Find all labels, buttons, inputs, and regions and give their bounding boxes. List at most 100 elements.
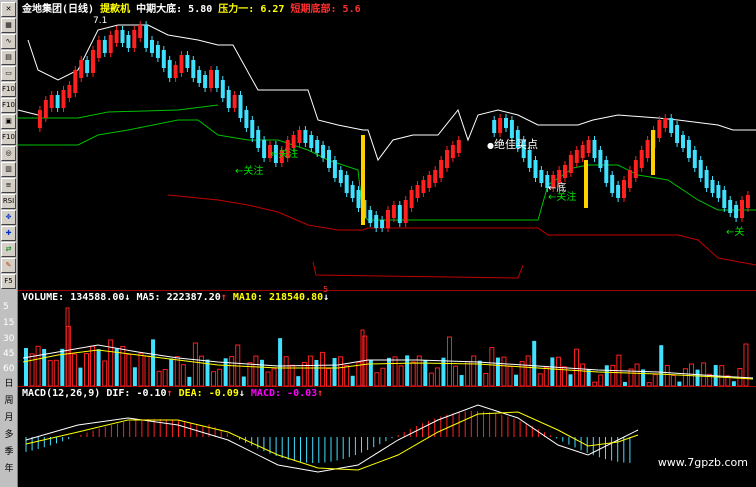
toolbar-button-3[interactable]: ∿: [1, 34, 16, 49]
volume-bar-down: [332, 357, 337, 386]
candle-down: [309, 135, 314, 148]
volume-bar-down: [622, 381, 627, 386]
rsi-button[interactable]: RSI: [1, 194, 16, 209]
candle-up: [415, 185, 420, 198]
exit-icon[interactable]: ⇄: [1, 242, 16, 257]
period-year[interactable]: 年: [0, 461, 18, 474]
cross-icon[interactable]: ✚: [1, 226, 16, 241]
dea-value: -0.09: [208, 388, 239, 399]
candle-up: [96, 40, 101, 58]
candle-down: [722, 190, 727, 208]
toolbar-button-12[interactable]: ≡: [1, 178, 16, 193]
volume-bar-down: [568, 374, 573, 386]
toolbar-button-10[interactable]: ◎: [1, 146, 16, 161]
move-icon[interactable]: ✥: [1, 210, 16, 225]
candle-down: [533, 160, 538, 178]
volume-bar-down: [495, 357, 500, 386]
volume-bar-up: [634, 363, 640, 387]
volume-bar-up: [380, 367, 386, 387]
volume-bar-up: [217, 368, 223, 387]
volume-bar-down: [350, 375, 355, 386]
toolbar-button-2[interactable]: ▦: [1, 18, 16, 33]
f10-button[interactable]: F10: [1, 82, 16, 97]
volume-bar-up: [664, 365, 670, 387]
candle-up: [427, 175, 432, 188]
volume-bar-up: [670, 374, 676, 387]
f10-button-2[interactable]: F10: [1, 98, 16, 113]
candle-down: [55, 95, 60, 108]
focus-annotation-2: ←关注: [235, 166, 264, 177]
volume-bar-up: [574, 348, 580, 387]
volume-bar-up: [743, 343, 749, 387]
focus-annotation-4: ←关: [726, 227, 745, 238]
volume-bar-up: [483, 372, 489, 387]
candle-up: [439, 160, 444, 178]
volume-bar-up: [489, 347, 495, 387]
candle-down: [610, 175, 615, 193]
volume-axis-30: 30: [3, 334, 15, 344]
candle-down: [327, 150, 331, 168]
volume-bar-up: [344, 365, 350, 387]
volume-bars: [22, 307, 754, 387]
watermark: www.7gpzb.com: [657, 456, 748, 469]
volume-spike: [65, 307, 70, 387]
period-month[interactable]: 月: [0, 410, 18, 423]
toolbar-button-5[interactable]: ▭: [1, 66, 16, 81]
toolbar-button-8[interactable]: ▣: [1, 114, 16, 129]
indicator-name: 提款机: [100, 4, 131, 15]
volume-bar-up: [555, 356, 561, 387]
candle-up: [445, 150, 449, 168]
candle-down: [710, 180, 715, 193]
short-label: 短期底部:: [290, 4, 337, 15]
candle-down: [102, 40, 107, 53]
period-multi[interactable]: 多: [0, 427, 18, 440]
candle-down: [161, 50, 166, 68]
volume-bar-down: [659, 345, 664, 386]
period-day[interactable]: 日: [0, 376, 18, 389]
candle-up: [563, 165, 567, 178]
candle-up: [43, 100, 48, 118]
candle-down: [492, 120, 497, 133]
candle-down: [527, 150, 532, 168]
price-header: 金地集团(日线) 提款机 中期大底: 5.80 压力一: 6.27 短期底部: …: [22, 0, 361, 15]
volume-bar-up: [47, 360, 53, 387]
volume-bar-down: [695, 369, 700, 386]
toolbar-button-1[interactable]: ✕: [1, 2, 16, 17]
volume-axis-5: 5: [3, 302, 9, 312]
candle-up: [657, 120, 662, 138]
candle-up: [450, 145, 455, 158]
volume-value: 134588.00: [70, 292, 125, 303]
volume-bar-down: [314, 360, 319, 386]
candle-up: [386, 210, 390, 228]
highlight-candle: [651, 130, 655, 175]
volume-bar-up: [174, 356, 180, 387]
candle-down: [598, 150, 603, 168]
volume-header: VOLUME: 134588.00↓ MA5: 222387.20↑ MA10:…: [22, 292, 330, 303]
f10-button-3[interactable]: F10: [1, 130, 16, 145]
toolbar-button-11[interactable]: ▥: [1, 162, 16, 177]
volume-bar-up: [307, 355, 313, 387]
volume-axis-60: 60: [3, 364, 15, 374]
period-season[interactable]: 季: [0, 444, 18, 457]
candle-down: [155, 45, 160, 58]
toolbar-button-4[interactable]: ▤: [1, 50, 16, 65]
volume-bar-down: [677, 381, 682, 386]
pencil-icon[interactable]: ✎: [1, 258, 16, 273]
focus-annotation-3: ←关注: [548, 192, 577, 203]
chart-canvas[interactable]: [18, 0, 756, 487]
left-toolbar: ✕ ▦ ∿ ▤ ▭ F10 F10 ▣ F10 ◎ ▥ ≡ RSI ✥ ✚ ⇄ …: [0, 0, 18, 487]
candle-down: [321, 145, 326, 158]
highlight-candle: [584, 160, 588, 208]
candle-down: [681, 135, 685, 148]
resistance-label: 压力一:: [218, 4, 255, 15]
volume-bar-up: [326, 368, 331, 387]
candle-down: [734, 205, 739, 218]
support-line: [18, 119, 756, 221]
volume-bar-up: [53, 359, 59, 387]
volume-bar-up: [428, 372, 434, 387]
volume-bar-down: [187, 376, 192, 386]
f5-button[interactable]: F5: [1, 274, 16, 289]
ma5-value: 222387.20: [166, 292, 221, 303]
period-week[interactable]: 周: [0, 393, 18, 406]
candle-down: [539, 170, 544, 183]
